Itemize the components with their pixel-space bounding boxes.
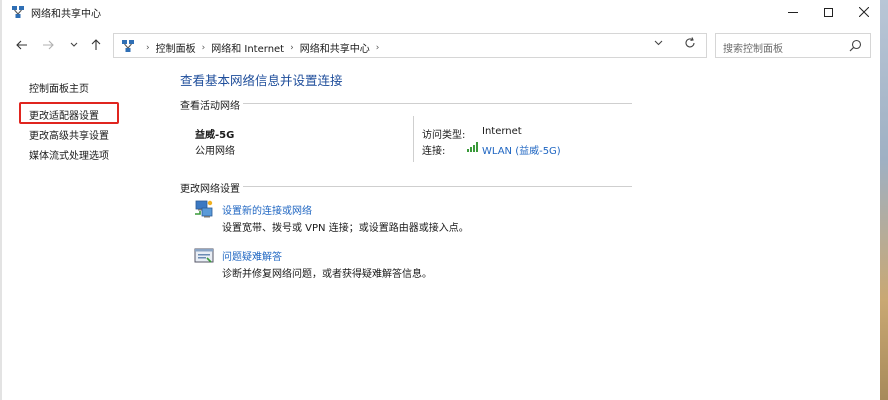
control-panel-icon — [122, 40, 134, 52]
close-button[interactable] — [845, 0, 883, 24]
section-divider — [243, 186, 632, 187]
chevron-right-icon[interactable]: › — [376, 43, 380, 53]
highlight-annotation — [19, 102, 119, 124]
minimize-button[interactable] — [774, 0, 812, 24]
address-bar[interactable]: › 控制面板 › 网络和 Internet › 网络和共享中心 › — [113, 33, 707, 58]
refresh-icon — [685, 37, 695, 48]
arrow-left-icon — [16, 40, 27, 50]
recent-locations-button[interactable] — [66, 36, 82, 54]
sidebar-item-advanced-sharing-settings[interactable]: 更改高级共享设置 — [29, 127, 109, 142]
network-app-icon — [12, 6, 24, 18]
section-divider — [243, 103, 632, 104]
network-sharing-center-window: 网络和共享中心 › 控制面板 › 网络和 Internet › 网络和共享中心 … — [0, 0, 880, 400]
troubleshoot-desc: 诊断并修复网络问题，或者获得疑难解答信息。 — [222, 269, 432, 280]
search-icon[interactable] — [849, 39, 862, 52]
window-title: 网络和共享中心 — [31, 9, 101, 20]
address-history-dropdown[interactable] — [654, 39, 663, 49]
breadcrumb-network-internet[interactable]: 网络和 Internet — [211, 40, 284, 55]
network-profile[interactable]: 公用网络 — [195, 142, 235, 157]
search-placeholder: 搜索控制面板 — [723, 44, 783, 55]
chevron-down-icon — [654, 40, 663, 46]
network-setup-icon — [195, 200, 213, 218]
access-type-value: Internet — [482, 126, 522, 137]
close-icon — [859, 7, 869, 17]
breadcrumb: › 控制面板 › 网络和 Internet › 网络和共享中心 › — [140, 40, 385, 56]
setup-new-connection-link[interactable]: 设置新的连接或网络 — [222, 202, 312, 217]
active-networks-heading: 查看活动网络 — [180, 101, 240, 112]
maximize-button[interactable] — [809, 0, 847, 24]
wlan-connection-link[interactable]: WLAN (益威-5G) — [482, 142, 561, 157]
window-left-edge — [0, 0, 2, 400]
change-network-settings-heading: 更改网络设置 — [180, 184, 240, 195]
sidebar-item-media-streaming-options[interactable]: 媒体流式处理选项 — [29, 147, 109, 162]
troubleshoot-link[interactable]: 问题疑难解答 — [222, 248, 282, 263]
network-name: 益威-5G — [195, 130, 235, 141]
connection-label: 连接: — [422, 146, 446, 157]
back-button[interactable] — [14, 36, 30, 54]
forward-button[interactable] — [40, 36, 56, 54]
page-title: 查看基本网络信息并设置连接 — [180, 73, 343, 88]
chevron-right-icon[interactable]: › — [146, 43, 150, 53]
chevron-right-icon[interactable]: › — [290, 43, 294, 53]
setup-new-connection-desc: 设置宽带、拨号或 VPN 连接；或设置路由器或接入点。 — [222, 223, 469, 234]
search-input[interactable]: 搜索控制面板 — [715, 33, 871, 58]
breadcrumb-control-panel[interactable]: 控制面板 — [156, 40, 196, 55]
up-button[interactable] — [88, 36, 104, 54]
chevron-down-icon — [70, 42, 78, 47]
maximize-icon — [823, 7, 833, 17]
access-type-label: 访问类型: — [422, 130, 466, 141]
troubleshoot-icon — [194, 248, 214, 263]
title-bar: 网络和共享中心 — [0, 0, 880, 24]
sidebar-item-control-panel-home[interactable]: 控制面板主页 — [29, 80, 89, 95]
minimize-icon — [788, 11, 798, 13]
breadcrumb-network-sharing-center[interactable]: 网络和共享中心 — [300, 40, 370, 55]
vertical-divider — [413, 116, 414, 162]
arrow-right-icon — [43, 40, 54, 50]
arrow-up-icon — [91, 39, 101, 50]
wifi-signal-icon — [467, 142, 478, 152]
chevron-right-icon[interactable]: › — [202, 43, 206, 53]
desktop-background-strip — [880, 0, 888, 400]
refresh-button[interactable] — [684, 37, 696, 53]
